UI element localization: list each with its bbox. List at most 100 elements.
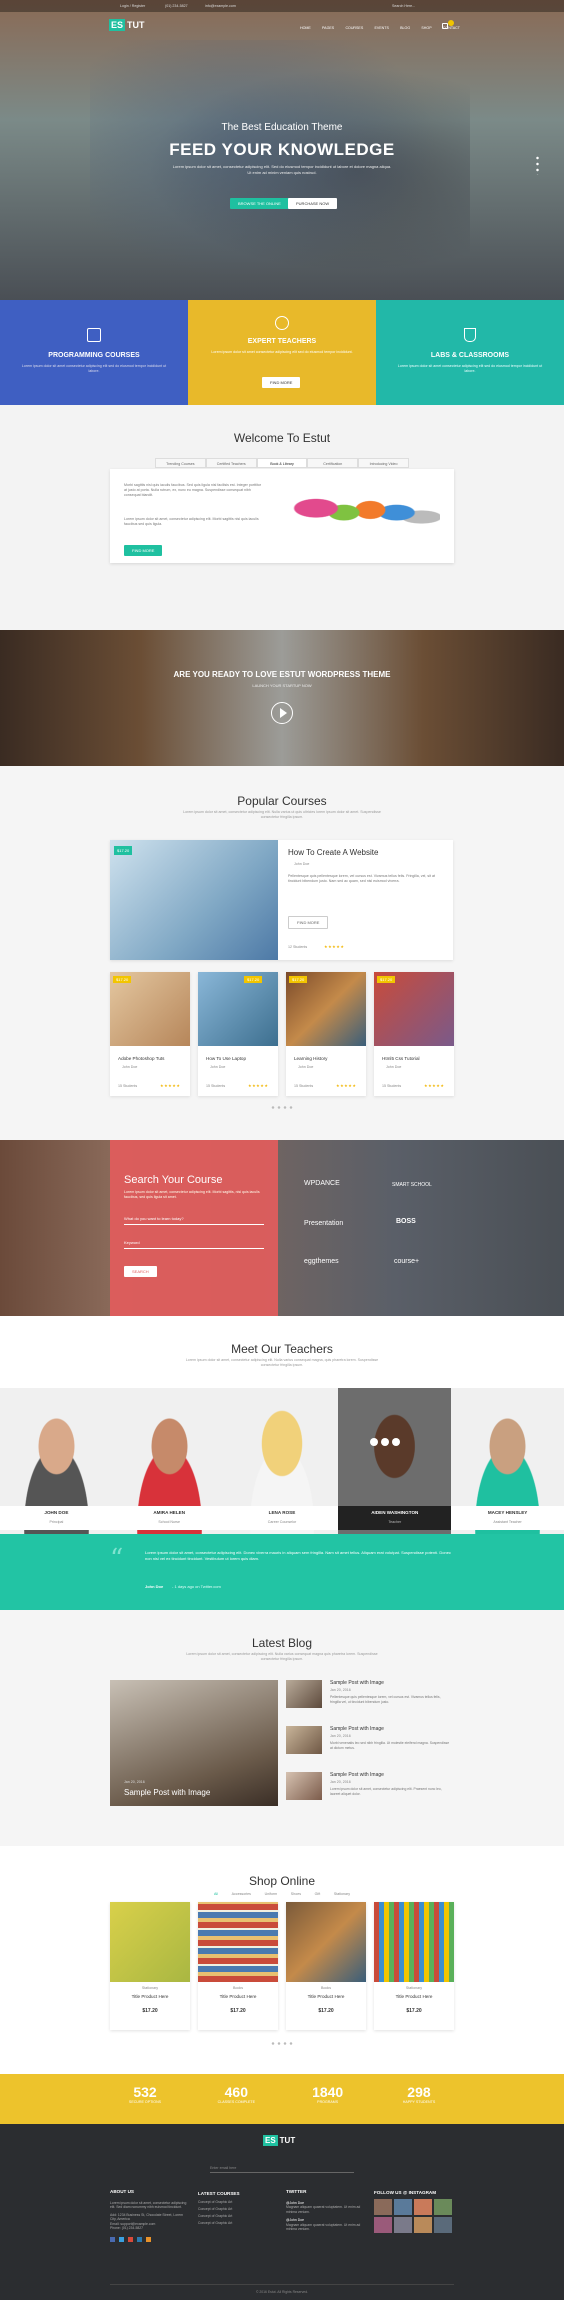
course-link[interactable]: Concept of Graphic Art (198, 2213, 278, 2220)
instagram-photo[interactable] (414, 2199, 432, 2215)
tab-library[interactable]: Book & Library (256, 458, 308, 468)
instagram-photo[interactable] (394, 2199, 412, 2215)
twitter-icon[interactable] (381, 1438, 390, 1446)
post-item[interactable]: Sample Post with Image Jan 20, 2016 Pell… (286, 1680, 454, 1726)
tab-certification[interactable]: Certification (307, 458, 359, 468)
filter-shoes[interactable]: Shoes (291, 1892, 301, 1896)
teacher-card[interactable]: LENA ROSE Career Counselor (225, 1388, 339, 1534)
post-date: Jan 20, 2016 (330, 1734, 351, 1738)
logo[interactable]: ES TUT (109, 19, 147, 35)
tab-teachers[interactable]: Certified Teachers (205, 458, 257, 468)
post-title[interactable]: Sample Post with Image (330, 1680, 384, 1686)
post-item[interactable]: Sample Post with Image Jan 20, 2016 Morb… (286, 1726, 454, 1772)
filter-gift[interactable]: Gift (315, 1892, 321, 1896)
filter-accessories[interactable]: Accessories (232, 1892, 251, 1896)
course-title[interactable]: How To Use Laptop (206, 1056, 246, 1061)
featured-course-title[interactable]: How To Create A Website (288, 848, 378, 857)
course-card[interactable]: $17.20 Adobe Photoshop Tuts John Doe 15 … (110, 972, 190, 1096)
teacher-card[interactable]: MACEY HENSLEY Assistant Teacher (451, 1388, 564, 1534)
search-text: Lorem ipsum dolor sit amet, consectetur … (124, 1190, 260, 1199)
find-more-button[interactable]: FIND MORE (124, 545, 163, 556)
nav-blog[interactable]: BLOG (400, 26, 410, 30)
nav-home[interactable]: HOME (300, 26, 311, 30)
course-title[interactable]: Learning History (294, 1056, 327, 1061)
tab-trending[interactable]: Trending Courses (155, 458, 206, 468)
browse-button[interactable]: BROWSE THE ONLINE (230, 198, 289, 209)
rss-icon[interactable] (146, 2236, 151, 2242)
twitter-icon[interactable] (119, 2236, 124, 2242)
featured-post-title[interactable]: Sample Post with Image (124, 1788, 210, 1797)
purchase-button[interactable]: PURCHASE NOW (288, 198, 338, 209)
find-more-button[interactable]: FIND MORE (262, 377, 301, 388)
instagram-photo[interactable] (374, 2217, 392, 2233)
teacher-card[interactable]: AMIRA HELEN School Nurse (112, 1388, 226, 1534)
play-button[interactable] (271, 702, 293, 724)
google-plus-icon[interactable] (392, 1438, 401, 1446)
product-title[interactable]: Title Product Here (198, 1994, 278, 1999)
rating-stars: ★★★★★ (160, 1083, 181, 1088)
partner-logo: SMART SCHOOL (392, 1182, 432, 1188)
feature-title: PROGRAMMING COURSES (48, 352, 140, 359)
cta-subtitle: LAUNCH YOUR STARTUP NOW (252, 683, 312, 688)
teacher-name: AMIRA HELEN (112, 1506, 226, 1520)
filter-all[interactable]: All (214, 1892, 218, 1896)
facebook-icon[interactable] (110, 2236, 115, 2242)
product-title[interactable]: Title Product Here (374, 1994, 454, 1999)
course-card[interactable]: $17.20 Learning History John Doe 15 Stud… (286, 972, 366, 1096)
nav-pages[interactable]: PAGES (322, 26, 334, 30)
search-link[interactable]: Search Here... (392, 4, 415, 8)
search-panel: Search Your Course Lorem ipsum dolor sit… (110, 1140, 278, 1316)
stat-label: SECURE OPTIONS (128, 2100, 162, 2104)
teacher-card-active[interactable]: AIDEN WASHINGTON Teacher (338, 1388, 452, 1534)
featured-post[interactable]: Jan 20, 2016 Sample Post with Image (110, 1680, 278, 1806)
post-item[interactable]: Sample Post with Image Jan 20, 2016 Lore… (286, 1772, 454, 1818)
instagram-photo[interactable] (434, 2217, 452, 2233)
course-card[interactable]: $17.20 Html5 Css Tutorial John Doe 15 St… (374, 972, 454, 1096)
login-link[interactable]: Login / Register (120, 4, 145, 8)
course-link[interactable]: Concept of Graphic Art (198, 2199, 278, 2206)
course-author: John Doe (294, 862, 310, 866)
course-title[interactable]: Adobe Photoshop Tuts (118, 1056, 164, 1061)
filter-uniform[interactable]: Uniform (265, 1892, 278, 1896)
nav-shop[interactable]: SHOP (421, 26, 431, 30)
post-title[interactable]: Sample Post with Image (330, 1772, 384, 1778)
featured-course-card[interactable]: $17.20 How To Create A Website John Doe … (110, 840, 453, 960)
facebook-icon[interactable] (370, 1438, 379, 1446)
find-more-button[interactable]: FIND MORE (288, 916, 329, 929)
nav-events[interactable]: EVENTS (374, 26, 388, 30)
nav-courses[interactable]: COURSES (345, 26, 363, 30)
carousel-dots[interactable] (270, 2042, 294, 2045)
instagram-photo[interactable] (414, 2217, 432, 2233)
product-card[interactable]: Books Title Product Here $17.20 (198, 1902, 278, 2030)
newsletter-input[interactable]: Enter email here (210, 2166, 354, 2173)
instagram-photo[interactable] (434, 2199, 452, 2215)
product-card[interactable]: Books Title Product Here $17.20 (286, 1902, 366, 2030)
course-link[interactable]: Concept of Graphic Art (198, 2220, 278, 2227)
cart-icon[interactable] (442, 23, 448, 29)
slider-dots[interactable] (536, 155, 539, 175)
post-title[interactable]: Sample Post with Image (330, 1726, 384, 1732)
teacher-card[interactable]: JOHN DOE Principal (0, 1388, 113, 1534)
post-excerpt: Morbi venenatis leo sed nibh fringilla. … (330, 1741, 450, 1750)
course-card[interactable]: $17.20 How To Use Laptop John Doe 15 Stu… (198, 972, 278, 1096)
product-card[interactable]: Stationary Title Product Here $17.20 (110, 1902, 190, 2030)
instagram-photo[interactable] (394, 2217, 412, 2233)
product-title[interactable]: Title Product Here (110, 1994, 190, 1999)
filter-stationary[interactable]: Stationary (334, 1892, 350, 1896)
students-group-image (285, 473, 440, 561)
search-button[interactable]: SEARCH (124, 1266, 157, 1277)
product-title[interactable]: Title Product Here (286, 1994, 366, 1999)
google-plus-icon[interactable] (128, 2236, 133, 2242)
search-field-topic[interactable]: What do you want to learn today? (124, 1216, 264, 1225)
footer-logo[interactable]: ES TUT (263, 2135, 295, 2146)
carousel-dots[interactable] (270, 1106, 294, 1109)
instagram-photo[interactable] (374, 2199, 392, 2215)
tab-video[interactable]: Introducing Video (358, 458, 409, 468)
welcome-paragraph: Morbi sagittis nisl quis iaculis faucibu… (124, 483, 262, 497)
course-link[interactable]: Concept of Graphic Art (198, 2206, 278, 2213)
testimonial-section: “ Lorem ipsum dolor sit amet, consectetu… (0, 1534, 564, 1610)
product-card[interactable]: Stationary Title Product Here $17.20 (374, 1902, 454, 2030)
search-field-keyword[interactable]: Keyword (124, 1240, 264, 1249)
linkedin-icon[interactable] (137, 2236, 142, 2242)
course-title[interactable]: Html5 Css Tutorial (382, 1056, 420, 1061)
